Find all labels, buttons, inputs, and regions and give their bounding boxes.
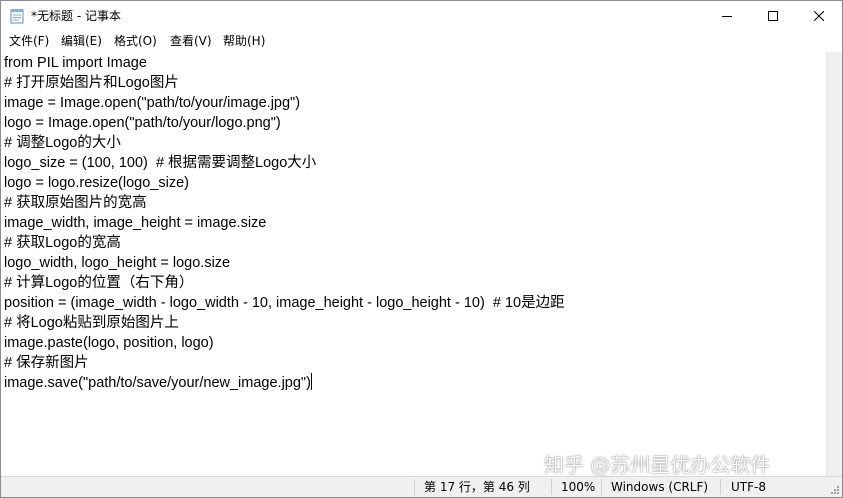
text-editor-area[interactable]: from PIL import Image # 打开原始图片和Logo图片 im… [1, 52, 826, 476]
text-line: # 获取Logo的宽高 [4, 235, 121, 251]
status-zoom: 100% [561, 480, 596, 494]
text-caret [310, 373, 312, 390]
status-bar: 第 17 行，第 46 列 100% Windows (CRLF) UTF-8 [1, 476, 842, 497]
text-line: from PIL import Image [4, 55, 147, 71]
status-line-ending: Windows (CRLF) [611, 480, 709, 494]
text-line: logo_width, logo_height = logo.size [4, 255, 231, 271]
text-line: # 获取原始图片的宽高 [4, 195, 147, 211]
text-line: # 调整Logo的大小 [4, 135, 121, 151]
text-line: image_width, image_height = image.size [4, 215, 267, 231]
menu-bar: 文件(F) 编辑(E) 格式(O) 查看(V) 帮助(H) [1, 31, 842, 52]
text-line: # 计算Logo的位置（右下角） [4, 275, 194, 291]
text-line: logo = Image.open("path/to/your/logo.png… [4, 115, 281, 131]
text-line: # 打开原始图片和Logo图片 [4, 75, 179, 91]
text-line-content: image.save("path/to/save/your/new_image.… [4, 375, 311, 391]
status-separator [720, 479, 721, 495]
status-separator [551, 479, 552, 495]
menu-edit[interactable]: 编辑(E) [60, 33, 103, 50]
maximize-icon [768, 11, 778, 21]
text-line: logo = logo.resize(logo_size) [4, 175, 189, 191]
window-title: *无标题 - 记事本 [31, 9, 121, 23]
close-button[interactable] [796, 1, 842, 31]
minimize-icon [722, 16, 732, 17]
close-icon [814, 11, 824, 21]
status-separator [414, 479, 415, 495]
text-line-last: image.save("path/to/save/your/new_image.… [4, 373, 312, 393]
notepad-app-icon [10, 9, 24, 24]
menu-file[interactable]: 文件(F) [8, 33, 50, 50]
menu-format[interactable]: 格式(O) [113, 33, 158, 50]
minimize-button[interactable] [704, 1, 750, 31]
text-line: logo_size = (100, 100) # 根据需要调整Logo大小 [4, 155, 317, 171]
text-line: # 将Logo粘贴到原始图片上 [4, 315, 179, 331]
menu-view[interactable]: 查看(V) [169, 33, 213, 50]
notepad-window: *无标题 - 记事本 文件(F) 编辑(E) 格式(O) 查看(V) 帮助(H)… [0, 0, 843, 498]
status-separator [601, 479, 602, 495]
title-bar[interactable]: *无标题 - 记事本 [1, 1, 842, 31]
menu-help[interactable]: 帮助(H) [222, 33, 266, 50]
text-line: image.paste(logo, position, logo) [4, 335, 214, 351]
vertical-scrollbar[interactable] [826, 52, 842, 476]
text-line: # 保存新图片 [4, 355, 89, 371]
status-cursor-position: 第 17 行，第 46 列 [424, 480, 530, 494]
status-encoding: UTF-8 [731, 480, 766, 494]
resize-grip-icon[interactable] [827, 480, 841, 496]
text-line: image = Image.open("path/to/your/image.j… [4, 95, 301, 111]
watermark-text: 知乎 @苏州星优办公软件 [544, 453, 771, 477]
maximize-button[interactable] [750, 1, 796, 31]
text-line: position = (image_width - logo_width - 1… [4, 295, 565, 311]
